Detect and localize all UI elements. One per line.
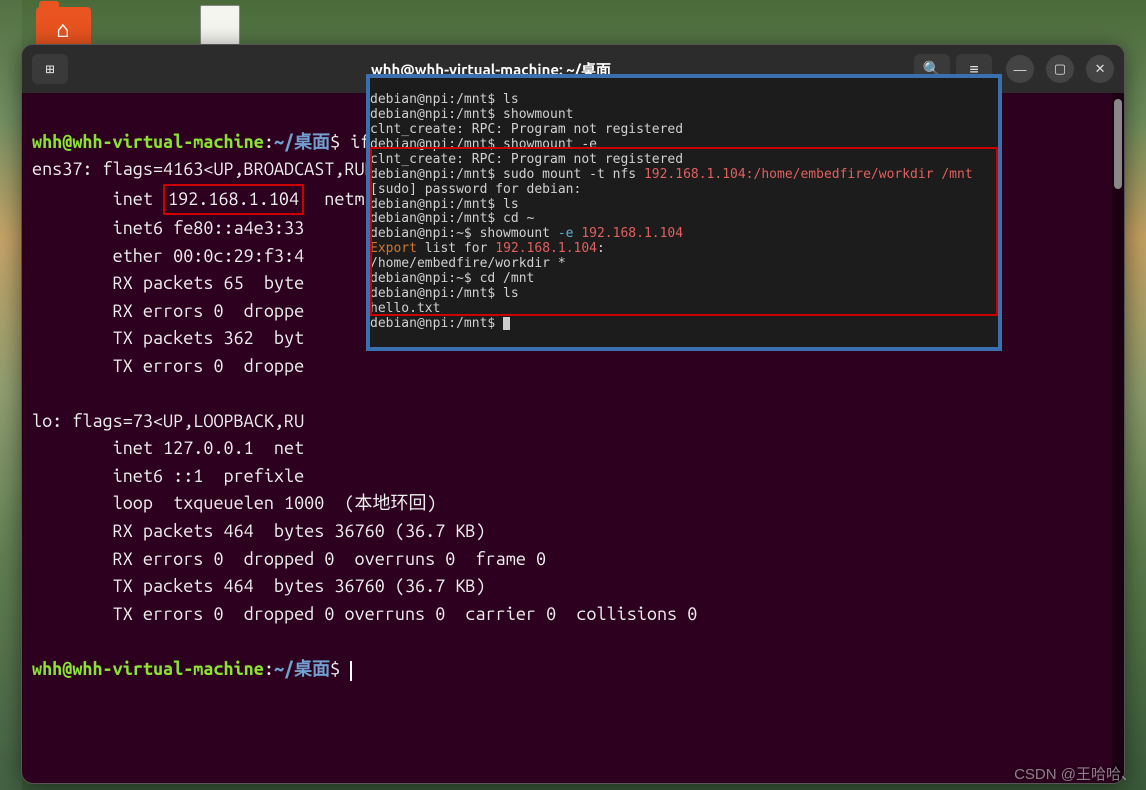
ov-line: debian@npi:/mnt$ showmount -e: [370, 137, 597, 152]
home-icon: ⌂: [56, 17, 69, 43]
overlay-terminal: debian@npi:/mnt$ ls debian@npi:/mnt$ sho…: [366, 74, 1002, 351]
output-line: inet6 ::1 prefixle: [32, 466, 304, 486]
output-line: TX errors 0 droppe: [32, 356, 304, 376]
prompt-path: ~/桌面: [274, 659, 330, 679]
ov-line: debian@npi:/mnt$ cd ~: [370, 211, 534, 226]
output-line: ether 00:0c:29:f3:4: [32, 246, 304, 266]
new-tab-button[interactable]: ⊞: [32, 54, 68, 84]
output-line: loop txqueuelen 1000 (本地环回): [32, 493, 437, 513]
ov-line: debian@npi:/mnt$: [370, 316, 503, 331]
ov-mount-target: 192.168.1.104:/home/embedfire/workdir /m…: [644, 167, 973, 182]
prompt-path: ~/桌面: [274, 132, 330, 152]
close-button[interactable]: ✕: [1086, 55, 1114, 83]
output-line: TX packets 362 byt: [32, 328, 304, 348]
highlighted-ip: 192.168.1.104: [163, 184, 304, 216]
ov-line: debian@npi:/mnt$ ls: [370, 197, 519, 212]
ov-line: debian@npi:~$ showmount: [370, 226, 558, 241]
watermark: CSDN @王哈哈、: [1014, 763, 1136, 784]
output-line: lo: flags=73<UP,LOOPBACK,RU: [32, 411, 304, 431]
ov-line: /home/embedfire/workdir *: [370, 256, 566, 271]
prompt-user: whh@whh-virtual-machine: [32, 132, 264, 152]
ov-line: debian@npi:/mnt$ showmount: [370, 107, 574, 122]
output-line: inet6 fe80::a4e3:33: [32, 218, 304, 238]
output-line: RX errors 0 dropped 0 overruns 0 frame 0: [32, 549, 546, 569]
maximize-button[interactable]: ▢: [1046, 55, 1074, 83]
output-line: RX packets 464 bytes 36760 (36.7 KB): [32, 521, 486, 541]
desktop-sidebar: [0, 0, 22, 790]
output-line: TX errors 0 dropped 0 overruns 0 carrier…: [32, 604, 697, 624]
scroll-thumb[interactable]: [1114, 99, 1122, 189]
ov-line: debian@npi:~$ cd /mnt: [370, 271, 534, 286]
ov-line: clnt_create: RPC: Program not registered: [370, 122, 683, 137]
output-line: RX errors 0 droppe: [32, 301, 304, 321]
ov-line: debian@npi:/mnt$ ls: [370, 286, 519, 301]
prompt-user: whh@whh-virtual-machine: [32, 659, 264, 679]
cursor: [350, 661, 352, 681]
ov-line: debian@npi:/mnt$ sudo mount -t nfs: [370, 167, 644, 182]
output-line: TX packets 464 bytes 36760 (36.7 KB): [32, 576, 486, 596]
scrollbar[interactable]: [1112, 93, 1124, 783]
ov-export: Export: [370, 241, 417, 256]
overlay-cursor: [503, 317, 510, 330]
output-line: inet 127.0.0.1 net: [32, 438, 304, 458]
maximize-icon: ▢: [1054, 61, 1066, 77]
ov-line: [sudo] password for debian:: [370, 182, 581, 197]
ov-line: debian@npi:/mnt$ ls: [370, 92, 519, 107]
minimize-button[interactable]: —: [1006, 55, 1034, 83]
close-icon: ✕: [1095, 61, 1106, 77]
ov-line: clnt_create: RPC: Program not registered: [370, 152, 683, 167]
plus-icon: ⊞: [45, 60, 54, 78]
ov-line: hello.txt: [370, 301, 440, 316]
minimize-icon: —: [1014, 62, 1027, 77]
output-line: RX packets 65 byte: [32, 273, 304, 293]
